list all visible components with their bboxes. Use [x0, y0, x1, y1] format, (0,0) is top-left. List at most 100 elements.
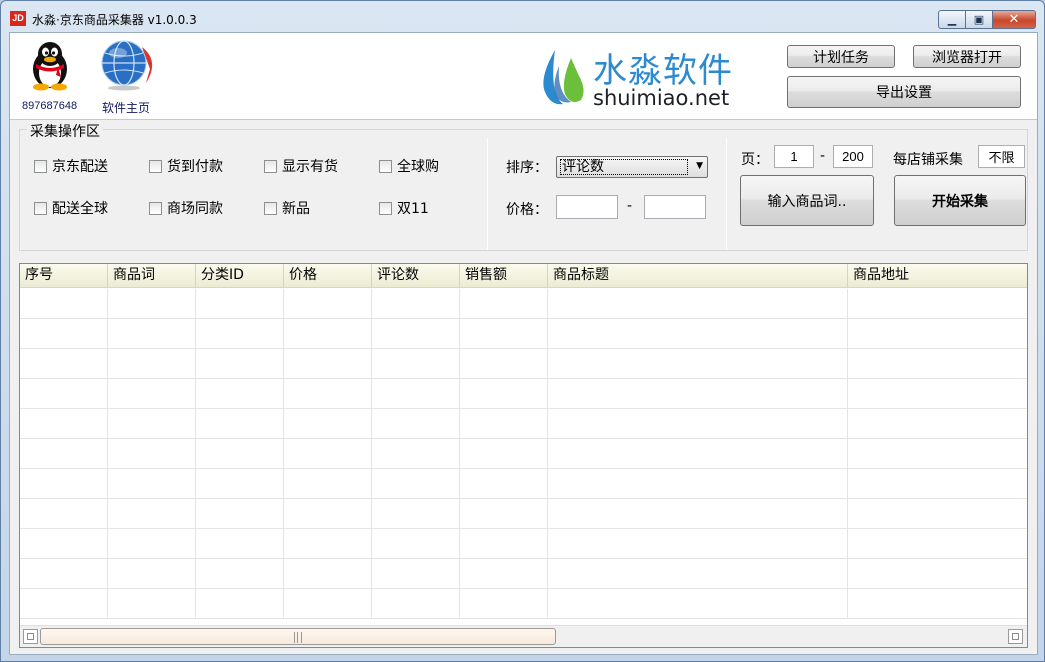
- table-cell[interactable]: [372, 469, 460, 499]
- table-cell[interactable]: [548, 499, 848, 529]
- table-cell[interactable]: [108, 439, 196, 469]
- table-row[interactable]: [20, 409, 1027, 439]
- table-cell[interactable]: [20, 529, 108, 559]
- start-collect-button[interactable]: 开始采集: [894, 175, 1026, 226]
- checkbox-mall-same[interactable]: 商场同款: [149, 198, 223, 218]
- table-cell[interactable]: [284, 469, 372, 499]
- table-cell[interactable]: [548, 439, 848, 469]
- table-cell[interactable]: [848, 289, 1027, 319]
- column-header-sales[interactable]: 销售额: [460, 264, 548, 288]
- close-button[interactable]: ✕: [993, 10, 1036, 29]
- table-cell[interactable]: [196, 439, 284, 469]
- table-cell[interactable]: [372, 529, 460, 559]
- table-cell[interactable]: [848, 319, 1027, 349]
- checkbox-ship-worldwide[interactable]: 配送全球: [34, 198, 108, 218]
- checkbox-box[interactable]: [149, 201, 162, 215]
- table-cell[interactable]: [108, 319, 196, 349]
- column-header-category-id[interactable]: 分类ID: [196, 264, 284, 288]
- table-cell[interactable]: [460, 469, 548, 499]
- table-cell[interactable]: [548, 289, 848, 319]
- table-cell[interactable]: [548, 469, 848, 499]
- column-header-price[interactable]: 价格: [284, 264, 372, 288]
- results-table[interactable]: 序号 商品词 分类ID 价格 评论数 销售额 商品标题 商品地址: [19, 263, 1028, 648]
- table-cell[interactable]: [848, 529, 1027, 559]
- table-row[interactable]: [20, 559, 1027, 589]
- scroll-right-button[interactable]: [1008, 629, 1023, 644]
- table-cell[interactable]: [372, 439, 460, 469]
- table-cell[interactable]: [548, 409, 848, 439]
- table-cell[interactable]: [460, 379, 548, 409]
- table-cell[interactable]: [372, 589, 460, 619]
- table-cell[interactable]: [284, 289, 372, 319]
- table-cell[interactable]: [20, 349, 108, 379]
- table-cell[interactable]: [20, 289, 108, 319]
- table-cell[interactable]: [460, 529, 548, 559]
- table-cell[interactable]: [460, 589, 548, 619]
- horizontal-scrollbar[interactable]: [20, 625, 1027, 647]
- scrollbar-thumb[interactable]: [40, 628, 556, 645]
- column-header-title[interactable]: 商品标题: [548, 264, 848, 288]
- table-cell[interactable]: [372, 559, 460, 589]
- checkbox-global-buy[interactable]: 全球购: [379, 156, 439, 176]
- table-cell[interactable]: [284, 319, 372, 349]
- table-cell[interactable]: [848, 349, 1027, 379]
- table-cell[interactable]: [284, 559, 372, 589]
- table-cell[interactable]: [196, 529, 284, 559]
- table-cell[interactable]: [848, 379, 1027, 409]
- maximize-button[interactable]: ▣: [966, 10, 993, 29]
- export-settings-button[interactable]: 导出设置: [787, 76, 1021, 108]
- browser-open-button[interactable]: 浏览器打开: [913, 45, 1021, 68]
- table-cell[interactable]: [548, 529, 848, 559]
- checkbox-box[interactable]: [149, 159, 162, 173]
- table-cell[interactable]: [848, 559, 1027, 589]
- table-cell[interactable]: [372, 499, 460, 529]
- table-cell[interactable]: [20, 469, 108, 499]
- sort-select[interactable]: 评论数 ▼: [556, 156, 708, 178]
- table-cell[interactable]: [284, 409, 372, 439]
- table-cell[interactable]: [108, 589, 196, 619]
- table-cell[interactable]: [196, 499, 284, 529]
- checkbox-box[interactable]: [379, 159, 392, 173]
- table-cell[interactable]: [20, 589, 108, 619]
- column-header-reviews[interactable]: 评论数: [372, 264, 460, 288]
- table-cell[interactable]: [848, 439, 1027, 469]
- table-cell[interactable]: [372, 319, 460, 349]
- checkbox-box[interactable]: [264, 201, 277, 215]
- checkbox-box[interactable]: [264, 159, 277, 173]
- qq-number[interactable]: 897687648: [22, 100, 77, 112]
- page-to-input[interactable]: 200: [833, 145, 873, 168]
- table-cell[interactable]: [460, 439, 548, 469]
- table-cell[interactable]: [196, 559, 284, 589]
- table-cell[interactable]: [460, 289, 548, 319]
- table-cell[interactable]: [548, 349, 848, 379]
- table-cell[interactable]: [548, 589, 848, 619]
- globe-icon[interactable]: [94, 39, 160, 91]
- column-header-keyword[interactable]: 商品词: [108, 264, 196, 288]
- table-cell[interactable]: [284, 529, 372, 559]
- table-cell[interactable]: [548, 559, 848, 589]
- page-from-input[interactable]: 1: [774, 145, 814, 168]
- checkbox-in-stock[interactable]: 显示有货: [264, 156, 338, 176]
- table-cell[interactable]: [284, 589, 372, 619]
- table-cell[interactable]: [460, 409, 548, 439]
- table-row[interactable]: [20, 289, 1027, 319]
- table-cell[interactable]: [108, 559, 196, 589]
- table-cell[interactable]: [20, 409, 108, 439]
- table-cell[interactable]: [848, 589, 1027, 619]
- table-cell[interactable]: [848, 499, 1027, 529]
- checkbox-new-product[interactable]: 新品: [264, 198, 310, 218]
- checkbox-box[interactable]: [34, 159, 47, 173]
- table-cell[interactable]: [196, 349, 284, 379]
- table-cell[interactable]: [284, 499, 372, 529]
- table-cell[interactable]: [196, 289, 284, 319]
- table-row[interactable]: [20, 379, 1027, 409]
- table-cell[interactable]: [372, 409, 460, 439]
- plan-task-button[interactable]: 计划任务: [787, 45, 895, 68]
- table-cell[interactable]: [108, 289, 196, 319]
- table-cell[interactable]: [196, 589, 284, 619]
- table-cell[interactable]: [460, 499, 548, 529]
- table-cell[interactable]: [20, 379, 108, 409]
- table-cell[interactable]: [108, 499, 196, 529]
- table-row[interactable]: [20, 529, 1027, 559]
- table-row[interactable]: [20, 439, 1027, 469]
